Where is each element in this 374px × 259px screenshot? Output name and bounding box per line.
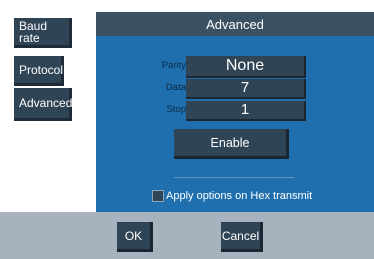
protocol-button[interactable]: Protocol [14, 56, 64, 86]
advanced-panel: Advanced Parity None Data 7 Stop 1 Enabl… [96, 12, 374, 212]
stop-label: Stop [166, 104, 186, 115]
baud-rate-button[interactable]: Baud rate [14, 18, 72, 48]
protocol-label: Protocol [19, 62, 64, 77]
ok-button[interactable]: OK [117, 222, 153, 252]
parity-label: Parity [161, 60, 186, 71]
advanced-label: Advanced [19, 96, 73, 110]
ok-label: OK [124, 228, 143, 243]
enable-label: Enable [210, 135, 250, 150]
advanced-button[interactable]: Advanced [14, 88, 72, 121]
hex-option-label[interactable]: Apply options on Hex transmit [166, 190, 312, 203]
panel-title: Advanced [96, 12, 374, 36]
footer-bar [0, 212, 374, 259]
baud-rate-label: Baud rate [19, 18, 48, 45]
data-label: Data [165, 82, 186, 93]
data-bits-value[interactable]: 7 [186, 79, 306, 99]
divider [174, 177, 294, 178]
cancel-label: Cancel [221, 228, 260, 243]
stop-bits-value[interactable]: 1 [186, 101, 306, 121]
cancel-button[interactable]: Cancel [221, 222, 263, 252]
enable-button[interactable]: Enable [174, 129, 289, 159]
parity-value[interactable]: None [186, 56, 306, 78]
hex-option-checkbox[interactable] [152, 190, 164, 202]
